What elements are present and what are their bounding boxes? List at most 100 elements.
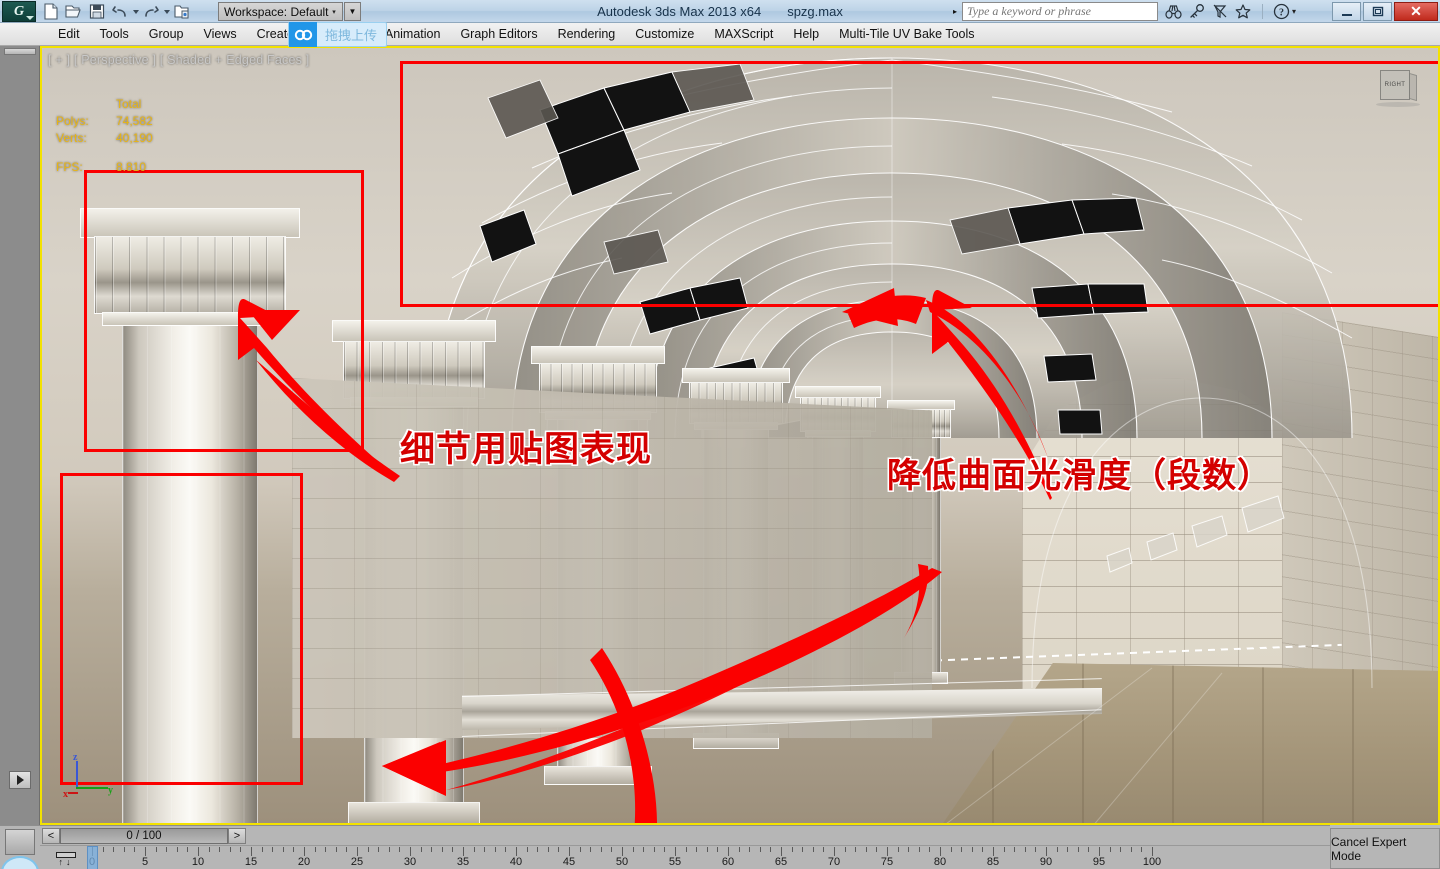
ruler-tick-minor [367, 847, 369, 852]
menu-item-maxscript[interactable]: MAXScript [704, 23, 783, 46]
ruler-tick-minor [823, 847, 825, 852]
bottom-left-panel [0, 825, 40, 869]
menu-item-help[interactable]: Help [783, 23, 829, 46]
title-bar-icons: ? ▾ [1165, 2, 1296, 21]
time-slider-track[interactable] [246, 826, 1330, 846]
ruler-tick-minor [229, 847, 231, 852]
ruler-tick-minor [802, 847, 804, 852]
workspace-selector[interactable]: Workspace: Default ▾ [218, 2, 343, 21]
drag-upload-badge[interactable]: 拖拽上传 [288, 22, 388, 47]
undo-dropdown-icon[interactable] [132, 1, 139, 22]
menu-item-rendering[interactable]: Rendering [548, 23, 626, 46]
maximize-restore-button[interactable] [1363, 2, 1392, 21]
ruler-tick-major [251, 847, 252, 856]
ruler-label: 65 [774, 856, 788, 868]
rail-expand-button[interactable] [9, 771, 31, 789]
ruler-tick-minor [558, 847, 560, 852]
app-title-text: Autodesk 3ds Max 2013 x64 [597, 4, 762, 19]
prev-frame-button[interactable]: < [42, 827, 60, 844]
perspective-viewport[interactable]: 细节用贴图表现 降低曲面光滑度（段数） [ + ] [ Perspective … [40, 46, 1440, 825]
save-file-icon[interactable] [86, 1, 108, 22]
set-project-folder-icon[interactable] [171, 1, 193, 22]
ruler-tick-minor [378, 847, 380, 852]
current-frame-field[interactable]: 0 / 100 [60, 827, 228, 844]
ruler-label: 40 [509, 856, 523, 868]
ruler-tick-major [410, 847, 411, 856]
search-area: ▸ ? ▾ [948, 1, 1296, 22]
ruler-tick-minor [897, 847, 899, 852]
ruler-tick-minor [484, 847, 486, 852]
menu-item-multi-tile-uv-bake-tools[interactable]: Multi-Tile UV Bake Tools [829, 23, 984, 46]
menu-item-customize[interactable]: Customize [625, 23, 704, 46]
search-input[interactable] [961, 2, 1158, 21]
close-button[interactable]: ✕ [1394, 2, 1438, 21]
ruler-tick-minor [611, 847, 613, 852]
favorite-star-icon[interactable] [1234, 2, 1252, 21]
note-reduce-smoothness: 降低曲面光滑度（段数） [887, 458, 1272, 495]
ruler-tick-minor [547, 847, 549, 852]
viewport-scene-render: 细节用贴图表现 降低曲面光滑度（段数） [ + ] [ Perspective … [42, 48, 1438, 823]
undo-icon[interactable] [109, 1, 131, 22]
menu-item-tools[interactable]: Tools [90, 23, 139, 46]
frame-ruler[interactable]: 0510152025303540455055606570758085909510… [89, 846, 1161, 869]
annotation-rect-ceiling-top [400, 61, 1438, 64]
axis-y-label: y [108, 785, 113, 796]
ruler-tick-minor [1035, 847, 1037, 852]
time-slider-bar: < 0 / 100 > [40, 825, 1330, 845]
view-cube[interactable]: RIGHT [1376, 64, 1420, 108]
3dsmax-window: G Workspace: Default ▾ ▼ Autodesk 3ds Ma… [0, 0, 1440, 869]
view-cube-face-label[interactable]: RIGHT [1380, 70, 1410, 100]
ruler-tick-major [198, 847, 199, 856]
ruler-tick-minor [876, 847, 878, 852]
no-highlight-icon[interactable] [1211, 2, 1229, 21]
new-file-icon[interactable] [40, 1, 62, 22]
menu-item-edit[interactable]: Edit [48, 23, 90, 46]
redo-icon[interactable] [140, 1, 162, 22]
ruler-tick-minor [113, 847, 115, 852]
axis-z-dash [76, 773, 78, 777]
binoculars-icon[interactable] [1165, 2, 1183, 21]
ruler-tick-major [728, 847, 729, 856]
ruler-label: 45 [562, 856, 576, 868]
open-file-icon[interactable] [63, 1, 85, 22]
ruler-label: 70 [827, 856, 841, 868]
toolbar-divider [1261, 4, 1263, 19]
ruler-tick-major [357, 847, 358, 856]
ruler-tick-major [834, 847, 835, 856]
ruler-tick-minor [855, 847, 857, 852]
bottom-left-button[interactable] [5, 829, 35, 855]
vault-wireframe [431, 57, 1353, 438]
viewport-statistics: Total Polys: 74,582 Verts: 40,190 FPS: 8… [56, 96, 157, 176]
workspace-dropdown-button[interactable]: ▼ [344, 2, 361, 21]
rail-tab-strip[interactable] [4, 48, 36, 55]
cancel-expert-mode-button[interactable]: Cancel Expert Mode [1330, 828, 1440, 869]
axis-x-line [68, 792, 78, 794]
scene-vaulted-ceiling [372, 48, 1438, 438]
redo-dropdown-icon[interactable] [163, 1, 170, 22]
ruler-tick-minor [600, 847, 602, 852]
search-expand-icon[interactable]: ▸ [948, 2, 962, 21]
ruler-tick-minor [759, 847, 761, 852]
ruler-tick-minor [653, 847, 655, 852]
viewport-label[interactable]: [ + ] [ Perspective ] [ Shaded + Edged F… [48, 53, 309, 67]
ruler-tick-minor [950, 847, 952, 852]
key-filter-icon[interactable]: ↑↓ [52, 849, 80, 868]
track-bar[interactable]: ↑↓ 0510152025303540455055606570758085909… [40, 845, 1330, 869]
ruler-tick-minor [1014, 847, 1016, 852]
stats-key-polys: Polys: [56, 114, 89, 128]
app-logo-button[interactable]: G [2, 1, 36, 22]
time-playhead[interactable] [87, 846, 98, 869]
stats-header-total: Total [116, 97, 142, 111]
ruler-tick-minor [346, 847, 348, 852]
menu-item-group[interactable]: Group [139, 23, 194, 46]
next-frame-button[interactable]: > [228, 827, 246, 844]
menu-item-graph-editors[interactable]: Graph Editors [450, 23, 547, 46]
stats-value-polys: 74,582 [116, 114, 153, 128]
key-icon[interactable] [1188, 2, 1206, 21]
menu-item-views[interactable]: Views [193, 23, 246, 46]
ruler-tick-minor [664, 847, 666, 852]
minimize-button[interactable] [1332, 2, 1361, 21]
annotation-rect-ceiling-left [400, 61, 403, 307]
help-button[interactable]: ? ▾ [1273, 3, 1296, 20]
ruler-tick-minor [1077, 847, 1079, 852]
